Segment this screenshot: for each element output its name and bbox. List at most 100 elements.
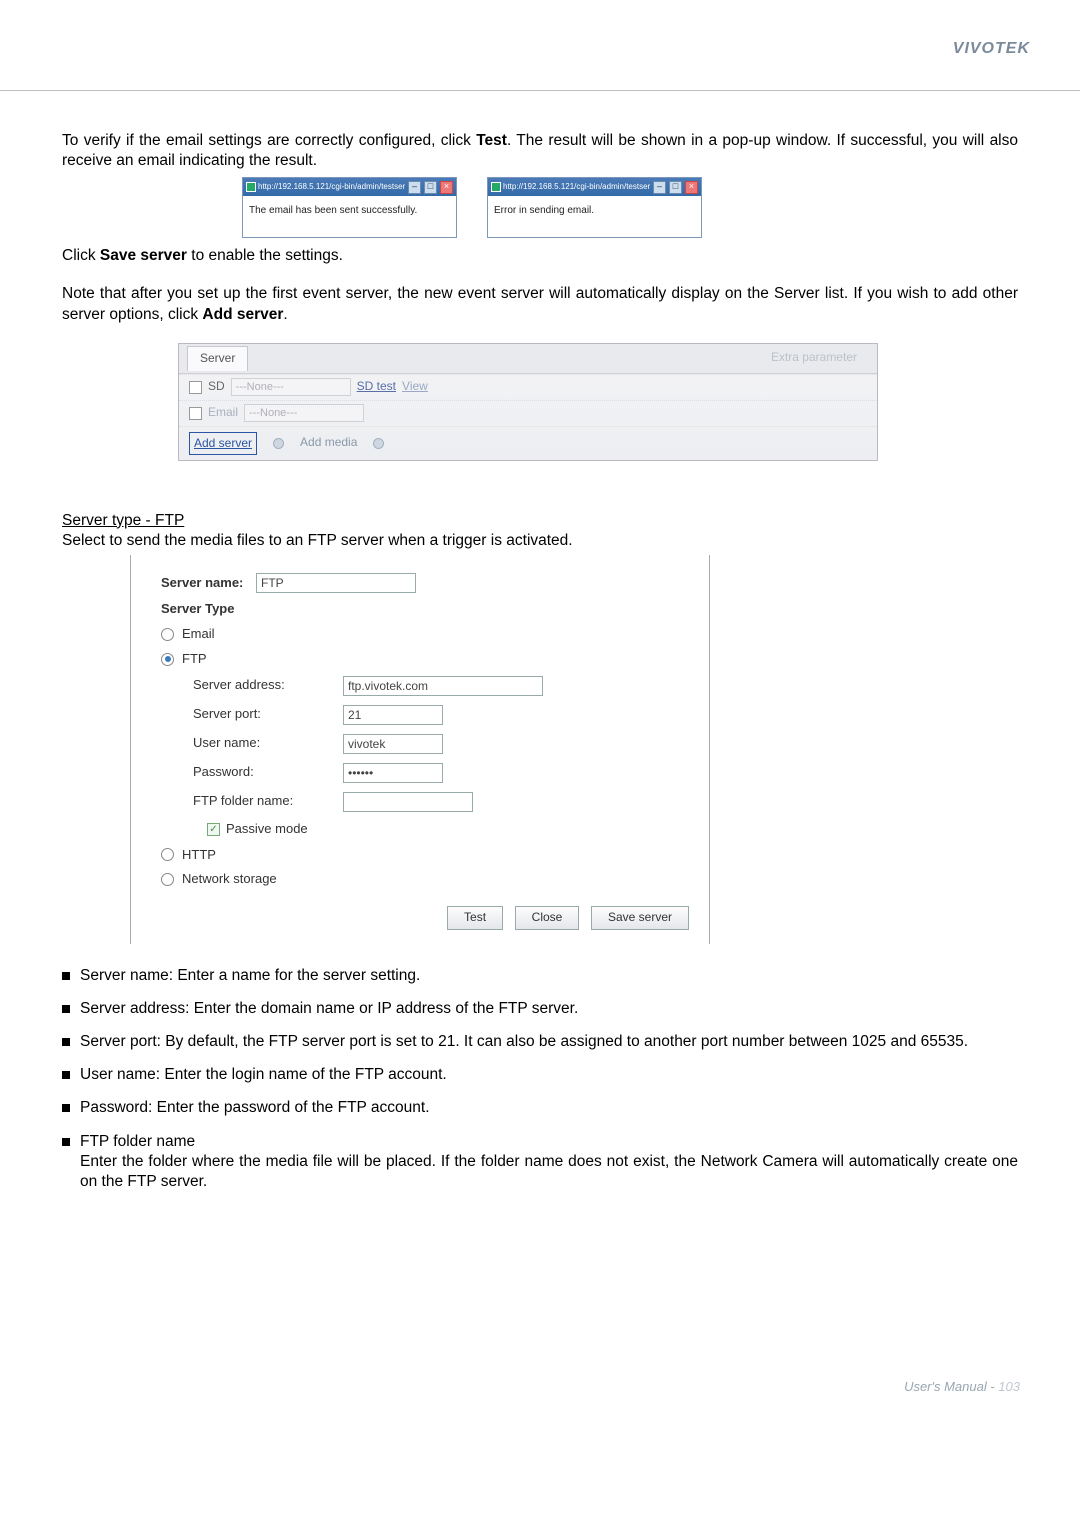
bullet-ftp-folder: FTP folder name Enter the folder where t…	[62, 1132, 1018, 1192]
radio-ftp-label: FTP	[182, 651, 207, 668]
brand-logo: VIVOTEK	[953, 40, 1030, 58]
popup-success: http://192.168.5.121/cgi-bin/admin/tests…	[242, 177, 457, 238]
page-footer: User's Manual - 103	[0, 1372, 1080, 1432]
add-server-highlight: Add server	[189, 432, 257, 455]
bullet-ftp-folder-head: FTP folder name	[80, 1133, 195, 1150]
test-button[interactable]: Test	[447, 906, 503, 930]
minimize-icon: –	[408, 181, 421, 194]
popup-success-title: http://192.168.5.121/cgi-bin/admin/tests…	[258, 182, 405, 192]
folder-row: FTP folder name:	[193, 792, 689, 812]
square-bullet-icon	[62, 1104, 70, 1112]
intro-paragraph: To verify if the email settings are corr…	[62, 131, 1018, 171]
popup-success-body: The email has been sent successfully.	[243, 196, 456, 237]
footer-label: User's Manual -	[904, 1379, 998, 1394]
maximize-icon: □	[669, 181, 682, 194]
email-select[interactable]: ---None---	[244, 404, 364, 422]
ftp-config-panel: Server name: Server Type Email FTP Serve…	[130, 555, 710, 944]
user-row: User name:	[193, 734, 689, 754]
save-a: Click	[62, 247, 100, 264]
close-icon: ×	[685, 181, 698, 194]
user-input[interactable]	[343, 734, 443, 754]
pass-row: Password:	[193, 763, 689, 783]
radio-http[interactable]	[161, 848, 174, 861]
note-c: .	[283, 306, 287, 323]
radio-ns-label: Network storage	[182, 871, 277, 888]
extra-parameter-label: Extra parameter	[771, 350, 857, 366]
bullet-text: Server address: Enter the domain name or…	[80, 999, 1018, 1019]
server-row-sd: SD ---None--- SD test View	[179, 374, 877, 400]
sd-label: SD	[208, 379, 225, 395]
sd-select[interactable]: ---None---	[231, 378, 351, 396]
ie-icon	[491, 182, 501, 192]
radio-ns-row: Network storage	[161, 871, 689, 888]
square-bullet-icon	[62, 1071, 70, 1079]
server-type-label: Server Type	[161, 601, 256, 618]
footer-text: User's Manual - 103	[904, 1379, 1020, 1394]
folder-label: FTP folder name:	[193, 793, 343, 810]
square-bullet-icon	[62, 1005, 70, 1013]
note-b: Add server	[202, 306, 283, 323]
port-input[interactable]	[343, 705, 443, 725]
bullet-user-name: User name: Enter the login name of the F…	[62, 1065, 1018, 1085]
bullet-server-address: Server address: Enter the domain name or…	[62, 999, 1018, 1019]
bullet-password: Password: Enter the password of the FTP …	[62, 1098, 1018, 1118]
add-server-dot-icon	[273, 438, 284, 449]
square-bullet-icon	[62, 1138, 70, 1146]
radio-ftp[interactable]	[161, 653, 174, 666]
sd-checkbox[interactable]	[189, 381, 202, 394]
popup-error: http://192.168.5.121/cgi-bin/admin/tests…	[487, 177, 702, 238]
sd-test-link[interactable]: SD test	[357, 379, 396, 395]
add-row: Add server Add media	[179, 426, 877, 460]
server-row-email: Email ---None---	[179, 400, 877, 426]
sd-view-link[interactable]: View	[402, 379, 428, 395]
folder-input[interactable]	[343, 792, 473, 812]
radio-email[interactable]	[161, 628, 174, 641]
server-list-panel: Server Extra parameter SD ---None--- SD …	[178, 343, 878, 461]
radio-http-label: HTTP	[182, 847, 216, 864]
email-label: Email	[208, 405, 238, 421]
radio-ftp-row: FTP	[161, 651, 689, 668]
radio-network-storage[interactable]	[161, 873, 174, 886]
popup-screenshots: http://192.168.5.121/cgi-bin/admin/tests…	[242, 177, 1018, 238]
user-label: User name:	[193, 735, 343, 752]
bullet-ftp-folder-body: Enter the folder where the media file wi…	[80, 1152, 1018, 1192]
bullet-text: User name: Enter the login name of the F…	[80, 1065, 1018, 1085]
bullet-server-name: Server name: Enter a name for the server…	[62, 966, 1018, 986]
add-server-link[interactable]: Add server	[194, 436, 252, 450]
popup-error-body: Error in sending email.	[488, 196, 701, 237]
tab-server[interactable]: Server	[187, 346, 248, 371]
add-media-link[interactable]: Add media	[300, 435, 357, 451]
square-bullet-icon	[62, 972, 70, 980]
close-icon: ×	[440, 181, 453, 194]
addr-input[interactable]	[343, 676, 543, 696]
port-label: Server port:	[193, 706, 343, 723]
popup-error-title: http://192.168.5.121/cgi-bin/admin/tests…	[503, 182, 650, 192]
pass-label: Password:	[193, 764, 343, 781]
minimize-icon: –	[653, 181, 666, 194]
passive-label: Passive mode	[226, 821, 308, 838]
popup-error-titlebar: http://192.168.5.121/cgi-bin/admin/tests…	[488, 178, 701, 196]
note-paragraph: Note that after you set up the first eve…	[62, 284, 1018, 324]
addr-label: Server address:	[193, 677, 343, 694]
radio-email-row: Email	[161, 626, 689, 643]
bullet-text: FTP folder name Enter the folder where t…	[80, 1132, 1018, 1192]
server-tabrow: Server Extra parameter	[179, 344, 877, 374]
addr-row: Server address:	[193, 676, 689, 696]
server-name-input[interactable]	[256, 573, 416, 593]
passive-row: Passive mode	[193, 821, 689, 838]
pass-input[interactable]	[343, 763, 443, 783]
popup-success-titlebar: http://192.168.5.121/cgi-bin/admin/tests…	[243, 178, 456, 196]
bullet-list: Server name: Enter a name for the server…	[62, 966, 1018, 1192]
ftp-heading: Server type - FTP	[62, 511, 1018, 531]
radio-email-label: Email	[182, 626, 215, 643]
footer-page-number: 103	[998, 1379, 1020, 1394]
save-b: Save server	[100, 247, 187, 264]
intro-test-word: Test	[476, 132, 507, 149]
bullet-text: Server name: Enter a name for the server…	[80, 966, 1018, 986]
bullet-text: Server port: By default, the FTP server …	[80, 1032, 1018, 1052]
email-checkbox[interactable]	[189, 407, 202, 420]
ie-icon	[246, 182, 256, 192]
close-button[interactable]: Close	[515, 906, 580, 930]
save-server-button[interactable]: Save server	[591, 906, 689, 930]
passive-checkbox[interactable]	[207, 823, 220, 836]
